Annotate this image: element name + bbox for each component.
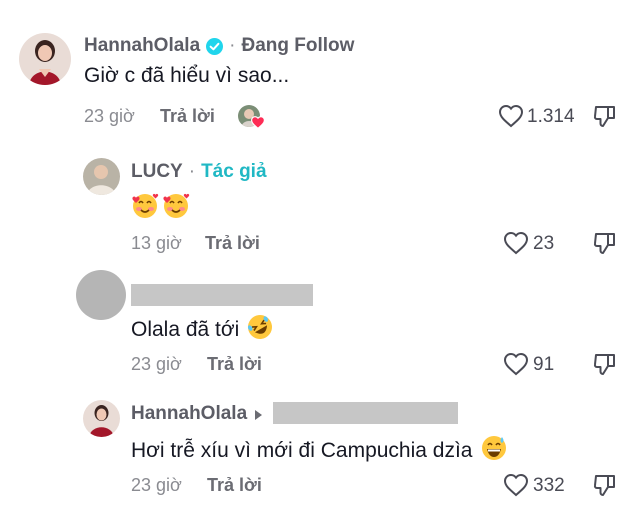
verified-badge-icon (206, 37, 224, 55)
like-heart-icon[interactable] (498, 104, 524, 128)
caret-right-icon (253, 408, 263, 420)
avatar[interactable] (19, 33, 71, 85)
avatar-placeholder[interactable] (76, 270, 126, 320)
username[interactable]: LUCY (131, 161, 183, 183)
comment-header: HannahOlala (131, 401, 263, 427)
like-heart-icon[interactable] (503, 231, 529, 255)
comment-time: 13 giờ (131, 233, 182, 253)
redacted-reply-target (273, 402, 458, 424)
reply-button[interactable]: Trả lời (207, 354, 262, 375)
rolling-on-floor-laughing-icon (246, 313, 274, 346)
dislike-icon[interactable] (593, 351, 617, 377)
dislike-icon[interactable] (593, 472, 617, 498)
comment-header: LUCY · Tác giả (131, 159, 267, 185)
reply-button[interactable]: Trả lời (205, 233, 260, 254)
like-count: 91 (533, 354, 555, 375)
comment-text-content: Hơi trễ xíu vì mới đi Campuchia dzìa (131, 438, 473, 462)
heart-badge-icon (250, 116, 266, 130)
redacted-username (131, 284, 313, 306)
username[interactable]: HannahOlala (84, 35, 200, 57)
like-count: 1.314 (527, 106, 575, 127)
like-count: 23 (533, 233, 555, 254)
follow-status[interactable]: Đang Follow (241, 35, 354, 57)
comment-text-content: Olala đã tới (131, 317, 240, 341)
username[interactable]: HannahOlala (131, 403, 247, 425)
avatar[interactable] (83, 158, 120, 195)
like-heart-icon[interactable] (503, 352, 529, 376)
comment-time: 23 giờ (131, 475, 182, 495)
comment-text: Olala đã tới (131, 313, 274, 346)
grinning-face-with-sweat-icon (480, 434, 508, 467)
comment-text (131, 192, 190, 225)
smiling-face-with-hearts-icon (162, 192, 190, 225)
like-heart-icon[interactable] (503, 473, 529, 497)
dislike-icon[interactable] (593, 103, 617, 129)
like-count: 332 (533, 475, 565, 496)
avatar[interactable] (83, 400, 120, 437)
dislike-icon[interactable] (593, 230, 617, 256)
separator-dot: · (229, 35, 236, 56)
comment-header: HannahOlala · Đang Follow (84, 33, 354, 59)
reply-button[interactable]: Trả lời (207, 475, 262, 496)
comment-time: 23 giờ (131, 354, 182, 374)
reply-button[interactable]: Trả lời (160, 106, 215, 127)
separator-dot: · (188, 161, 196, 182)
comment-text: Giờ c đã hiểu vì sao... (84, 64, 290, 87)
smiling-face-with-hearts-icon (131, 192, 159, 225)
author-tag: Tác giả (201, 161, 267, 182)
comment-text: Hơi trễ xíu vì mới đi Campuchia dzìa (131, 434, 508, 467)
comment-time: 23 giờ (84, 106, 135, 126)
